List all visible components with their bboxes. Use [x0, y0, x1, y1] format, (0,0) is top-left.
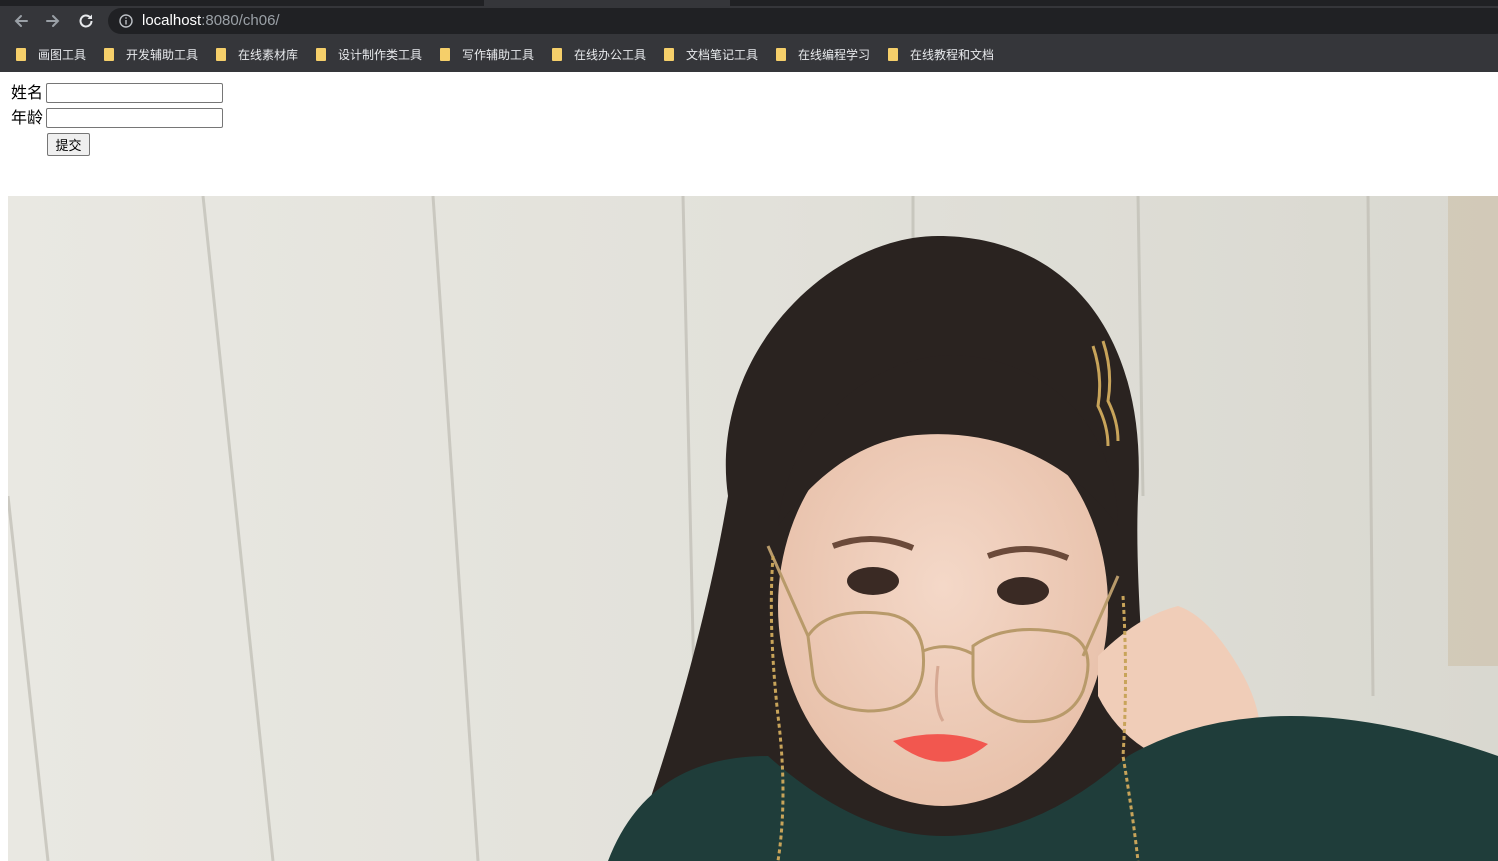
age-row: 年龄 [11, 108, 224, 128]
arrow-right-icon [46, 15, 60, 27]
folder-icon [104, 47, 114, 61]
bookmark-label: 在线教程和文档 [910, 47, 995, 62]
age-input[interactable] [46, 108, 224, 128]
bookmark-label: 开发辅助工具 [126, 47, 199, 62]
name-row: 姓名 [11, 83, 224, 103]
folder-icon [552, 47, 562, 61]
bookmark-label: 设计制作类工具 [338, 47, 423, 62]
bookmark-label: 画图工具 [38, 47, 87, 62]
folder-icon [216, 47, 226, 61]
bookmark-folder[interactable]: 在线编程学习 [776, 44, 870, 64]
portrait-illustration [8, 196, 1498, 861]
bookmark-label: 写作辅助工具 [462, 47, 535, 62]
bookmark-label: 在线编程学习 [798, 47, 871, 62]
bookmark-folder[interactable]: 在线教程和文档 [888, 44, 994, 64]
bookmark-label: 在线素材库 [238, 47, 299, 62]
folder-icon [888, 47, 898, 61]
bookmark-folder[interactable]: 文档笔记工具 [664, 44, 758, 64]
age-label: 年龄 [11, 108, 44, 127]
url-path: :8080/ch06/ [201, 12, 280, 29]
bookmark-label: 文档笔记工具 [686, 47, 759, 62]
bookmark-label: 在线办公工具 [574, 47, 647, 62]
folder-icon [776, 47, 786, 61]
folder-icon [440, 47, 450, 61]
reload-icon [79, 14, 93, 28]
reload-button[interactable] [74, 9, 98, 33]
submit-button[interactable]: 提交 [47, 133, 90, 156]
arrow-left-icon [14, 15, 28, 27]
bookmarks-bar: 画图工具 开发辅助工具 在线素材库 设计制作类工具 写作辅助工具 在线办公工具 … [0, 36, 1498, 72]
url-text: localhost:8080/ch06/ [142, 12, 280, 30]
bookmark-folder[interactable]: 在线办公工具 [552, 44, 646, 64]
folder-icon [316, 47, 326, 61]
address-bar[interactable]: localhost:8080/ch06/ [108, 8, 1498, 34]
folder-icon [16, 47, 26, 61]
browser-toolbar: localhost:8080/ch06/ [0, 6, 1498, 36]
folder-icon [664, 47, 674, 61]
page-content: 姓名 年龄 提交 [0, 72, 1498, 861]
bookmark-folder[interactable]: 设计制作类工具 [316, 44, 422, 64]
forward-button[interactable] [41, 9, 65, 33]
bookmark-folder[interactable]: 画图工具 [16, 44, 86, 64]
info-icon[interactable] [118, 13, 134, 29]
url-host: localhost [142, 12, 202, 29]
bookmark-folder[interactable]: 在线素材库 [216, 44, 298, 64]
bookmark-folder[interactable]: 写作辅助工具 [440, 44, 534, 64]
bookmark-folder[interactable]: 开发辅助工具 [104, 44, 198, 64]
portrait-photo [8, 196, 1498, 861]
back-button[interactable] [9, 9, 33, 33]
name-input[interactable] [46, 83, 224, 103]
name-label: 姓名 [11, 83, 44, 102]
